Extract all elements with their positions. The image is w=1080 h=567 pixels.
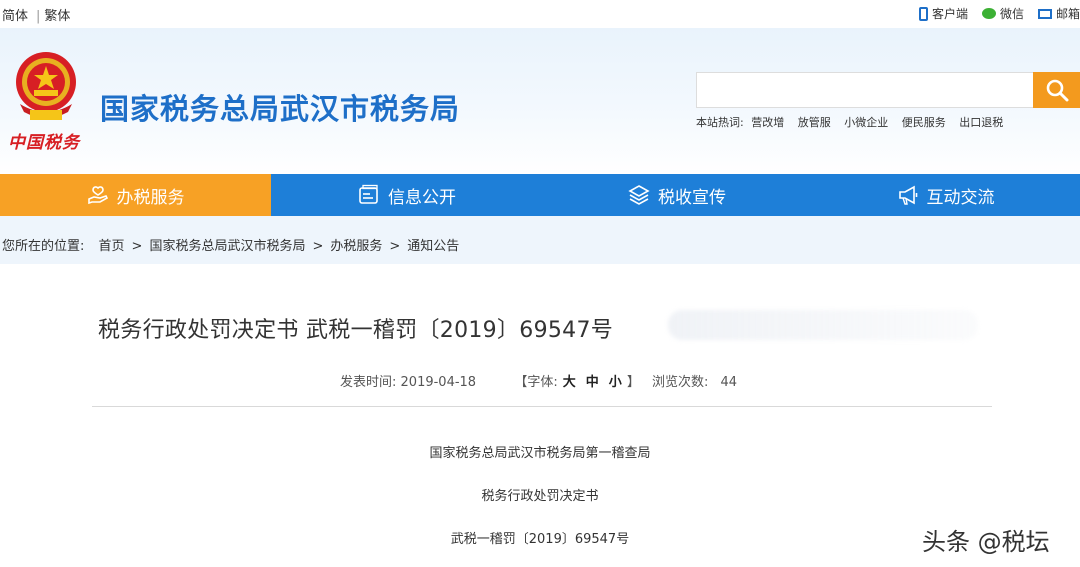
article-meta: 发表时间: 2019-04-18 【字体: 大中小】 浏览次数: 44	[340, 371, 737, 390]
national-emblem-icon[interactable]	[6, 46, 86, 126]
breadcrumb-arrow: >	[131, 239, 143, 254]
hot-word[interactable]: 出口退税	[959, 116, 1003, 129]
publish-date: 2019-04-18	[400, 375, 477, 390]
font-size-small[interactable]: 小	[609, 375, 622, 390]
hot-word[interactable]: 小微企业	[844, 116, 888, 129]
breadcrumb-bar: 您所在的位置: 首页 > 国家税务总局武汉市税务局 > 办税服务 > 通知公告	[0, 216, 1080, 264]
hot-words-label: 本站热词:	[696, 116, 744, 129]
article-paragraph: 国家税务总局武汉市税务局第一稽查局	[429, 446, 651, 461]
megaphone-icon	[898, 185, 917, 205]
top-bar: 简体 | 繁体 客户端 微信 邮箱	[0, 0, 1080, 28]
nav-label: 信息公开	[388, 187, 456, 208]
client-link[interactable]: 客户端	[918, 5, 968, 22]
search-button[interactable]	[1033, 72, 1080, 108]
main-nav: 办税服务 信息公开 税收宣传 互动交流	[0, 174, 1080, 216]
wechat-icon	[981, 8, 996, 19]
simplified-chinese-link[interactable]: 简体	[2, 9, 28, 24]
font-size-close: 】	[626, 375, 640, 390]
mail-link[interactable]: 邮箱	[1037, 5, 1080, 22]
brand-script: 中国税务	[8, 133, 80, 153]
hand-heart-icon	[87, 186, 108, 205]
nav-info-disclosure[interactable]: 信息公开	[271, 174, 543, 216]
publish-label: 发表时间:	[340, 375, 397, 390]
site-header: 中国税务 国家税务总局武汉市税务局 本站热词: 营改增 放管服 小微企业 便民服…	[0, 28, 1080, 174]
breadcrumb-item-home[interactable]: 首页	[99, 239, 125, 254]
redacted-title-suffix	[668, 310, 978, 340]
info-card-icon	[359, 184, 378, 204]
font-size-medium[interactable]: 中	[586, 375, 599, 390]
search-icon	[1046, 79, 1068, 102]
top-links: 客户端 微信 邮箱	[918, 5, 1080, 22]
views-count: 44	[720, 375, 738, 390]
breadcrumb-prefix: 您所在的位置:	[2, 239, 85, 254]
hot-word[interactable]: 便民服务	[902, 116, 946, 129]
breadcrumb-item-notices[interactable]: 通知公告	[407, 239, 459, 254]
nav-label: 税收宣传	[658, 187, 726, 208]
breadcrumb: 您所在的位置: 首页 > 国家税务总局武汉市税务局 > 办税服务 > 通知公告	[2, 235, 459, 254]
hot-word[interactable]: 营改增	[751, 116, 784, 129]
nav-tax-service[interactable]: 办税服务	[0, 174, 271, 216]
article-paragraph: 税务行政处罚决定书	[481, 489, 599, 504]
nav-tax-publicity[interactable]: 税收宣传	[543, 174, 811, 216]
phone-icon	[918, 6, 928, 21]
language-switch: 简体 | 繁体	[2, 5, 70, 24]
article-paragraph: 武税一稽罚〔2019〕69547号	[450, 532, 630, 547]
breadcrumb-item-bureau[interactable]: 国家税务总局武汉市税务局	[149, 239, 305, 254]
nav-label: 办税服务	[116, 187, 185, 208]
wechat-link[interactable]: 微信	[981, 5, 1024, 22]
font-size-label: 【字体:	[514, 375, 558, 390]
watermark: 头条 @税坛	[922, 528, 1050, 556]
article-title: 税务行政处罚决定书 武税一稽罚〔2019〕69547号	[98, 318, 614, 343]
hot-word[interactable]: 放管服	[798, 116, 831, 129]
nav-interaction[interactable]: 互动交流	[811, 174, 1080, 216]
language-separator: |	[36, 9, 41, 24]
breadcrumb-arrow: >	[389, 239, 401, 254]
mail-label: 邮箱	[1055, 7, 1080, 21]
breadcrumb-item-tax-service[interactable]: 办税服务	[330, 239, 382, 254]
font-size-large[interactable]: 大	[563, 375, 576, 390]
search-input[interactable]	[696, 72, 1034, 108]
article-divider	[92, 406, 992, 407]
client-label: 客户端	[931, 7, 968, 21]
views-label: 浏览次数:	[651, 375, 709, 390]
site-title[interactable]: 国家税务总局武汉市税务局	[100, 86, 460, 128]
breadcrumb-arrow: >	[312, 239, 324, 254]
traditional-chinese-link[interactable]: 繁体	[44, 9, 70, 24]
hot-words: 本站热词: 营改增 放管服 小微企业 便民服务 出口退税	[696, 114, 1013, 130]
layers-icon	[628, 185, 650, 205]
nav-label: 互动交流	[926, 187, 995, 208]
wechat-label: 微信	[999, 7, 1024, 21]
mail-icon	[1037, 8, 1052, 19]
